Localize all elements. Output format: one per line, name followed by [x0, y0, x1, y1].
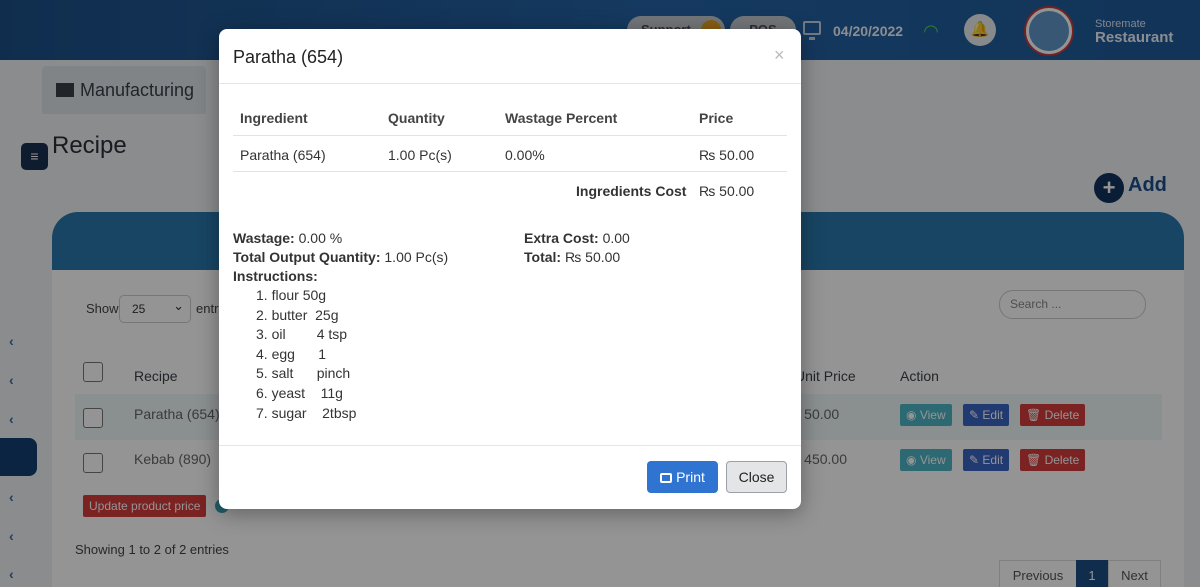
- list-item: 7. sugar 2tbsp: [256, 404, 357, 421]
- wastage-label: Wastage:: [233, 230, 295, 246]
- recipe-detail-modal: Paratha (654) × Ingredient Quantity Wast…: [219, 29, 801, 509]
- column-header-ingredient: Ingredient: [240, 110, 308, 126]
- wastage-value: 0.00 %: [298, 230, 343, 246]
- modal-header-divider: [219, 83, 801, 84]
- instructions-list: 1. flour 50g 2. butter 25g 3. oil 4 tsp …: [256, 287, 356, 424]
- print-label: Print: [676, 469, 705, 485]
- output-quantity-line: Total Output Quantity: 1.00 Pc(s): [233, 249, 448, 265]
- ingredient-wastage: 0.00%: [505, 147, 545, 163]
- close-button[interactable]: Close: [726, 461, 787, 493]
- ingredients-cost-label: Ingredients Cost: [576, 183, 687, 199]
- list-item: 4. egg 1: [256, 345, 327, 362]
- modal-title: Paratha (654): [233, 47, 344, 67]
- list-item: 2. butter 25g: [256, 306, 339, 323]
- ingredient-name: Paratha (654): [240, 147, 326, 163]
- total-value: ₨ 50.00: [564, 249, 621, 265]
- modal-footer-divider: [219, 445, 801, 446]
- ingredient-price: ₨ 50.00: [699, 147, 755, 163]
- close-icon[interactable]: ×: [774, 45, 785, 66]
- list-item: 1. flour 50g: [256, 287, 327, 303]
- ingredient-quantity: 1.00 Pc(s): [388, 147, 452, 163]
- table-divider: [233, 171, 787, 172]
- list-item: 6. yeast 11g: [256, 384, 343, 401]
- ingredients-cost-value: ₨ 50.00: [699, 183, 755, 199]
- total-label: Total:: [524, 249, 562, 265]
- column-header-price: Price: [699, 110, 734, 126]
- table-divider: [233, 135, 787, 136]
- output-quantity-label: Total Output Quantity:: [233, 249, 381, 265]
- extra-cost-value: 0.00: [602, 230, 630, 246]
- instructions-label: Instructions:: [233, 268, 318, 284]
- printer-icon: [660, 473, 673, 483]
- extra-cost-label: Extra Cost:: [524, 230, 599, 246]
- output-quantity-value: 1.00 Pc(s): [384, 249, 449, 265]
- list-item: 3. oil 4 tsp: [256, 326, 348, 343]
- list-item: 5. salt pinch: [256, 365, 351, 382]
- wastage-line: Wastage: 0.00 %: [233, 230, 342, 246]
- print-button[interactable]: Print: [647, 461, 718, 493]
- total-line: Total: ₨ 50.00: [524, 249, 620, 265]
- column-header-quantity: Quantity: [388, 110, 445, 126]
- column-header-wastage-percent: Wastage Percent: [505, 110, 618, 126]
- extra-cost-line: Extra Cost: 0.00: [524, 230, 630, 246]
